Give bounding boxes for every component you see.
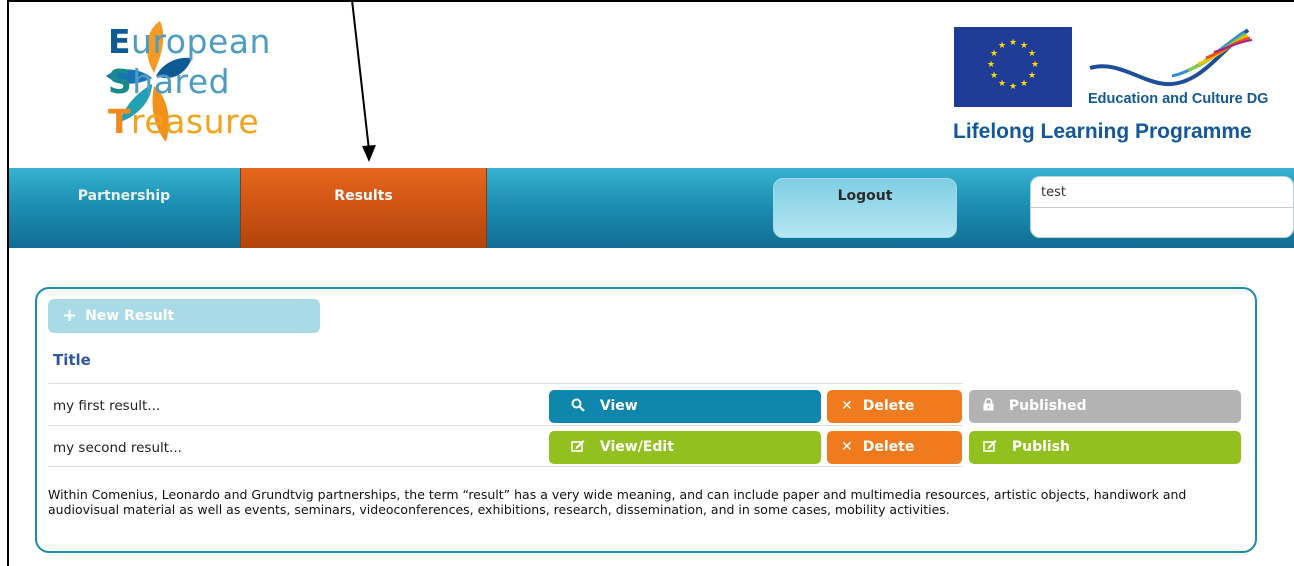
view-edit-button[interactable]: View/Edit [549, 431, 821, 464]
row-divider [48, 425, 963, 426]
published-status-label: Published [1008, 398, 1087, 414]
new-result-label: New Result [85, 308, 175, 324]
svg-text:★: ★ [1031, 60, 1039, 70]
close-icon: ✕ [841, 398, 853, 414]
view-edit-button-label: View/Edit [599, 439, 674, 455]
search-icon [571, 398, 590, 414]
row-divider [48, 466, 963, 467]
result-title: my second result... [53, 440, 182, 456]
delete-button[interactable]: ✕ Delete [827, 431, 962, 464]
partner-label: Education and Culture DG [1088, 91, 1269, 107]
new-result-button[interactable]: + New Result [48, 299, 320, 333]
logout-button[interactable]: Logout [773, 178, 957, 238]
svg-text:★: ★ [998, 79, 1006, 89]
user-field[interactable]: test [1030, 176, 1294, 238]
lifelong-learning-logo [1089, 28, 1253, 87]
user-field-value: test [1041, 185, 1066, 200]
title-column-header: Title [53, 351, 91, 369]
lock-icon [983, 398, 999, 414]
svg-text:★: ★ [990, 71, 998, 81]
nav-tab-results[interactable]: Results [240, 168, 487, 248]
svg-text:★: ★ [1009, 38, 1017, 48]
svg-text:★: ★ [998, 41, 1006, 51]
results-description: Within Comenius, Leonardo and Grundtvig … [48, 487, 1187, 517]
publish-button-label: Publish [1011, 439, 1071, 455]
user-field-divider [1031, 207, 1293, 208]
view-button[interactable]: View [549, 390, 821, 423]
result-title: my first result... [53, 398, 161, 414]
publish-button[interactable]: Publish [969, 431, 1241, 464]
programme-label: Lifelong Learning Programme [953, 120, 1252, 143]
nav-tab-partnership[interactable]: Partnership [9, 168, 239, 248]
svg-text:★: ★ [1009, 82, 1017, 92]
svg-text:★: ★ [990, 49, 998, 59]
svg-text:★: ★ [1020, 41, 1028, 51]
svg-text:★: ★ [1020, 79, 1028, 89]
close-icon: ✕ [841, 439, 853, 455]
delete-button[interactable]: ✕ Delete [827, 390, 962, 423]
published-status-button[interactable]: Published [969, 390, 1241, 423]
delete-button-label: Delete [862, 439, 915, 455]
eu-flag-icon: ★ ★ ★ ★ ★ ★ ★ ★ ★ ★ ★ ★ [954, 27, 1072, 107]
logo-wordmark: European Shared Treasure [108, 22, 271, 141]
plus-icon: + [62, 305, 78, 326]
delete-button-label: Delete [862, 398, 915, 414]
view-button-label: View [599, 398, 638, 414]
edit-icon [983, 439, 1002, 455]
row-divider [48, 383, 963, 384]
svg-text:★: ★ [987, 60, 995, 70]
svg-text:★: ★ [1028, 71, 1036, 81]
edit-icon [571, 439, 590, 455]
svg-text:★: ★ [1028, 49, 1036, 59]
